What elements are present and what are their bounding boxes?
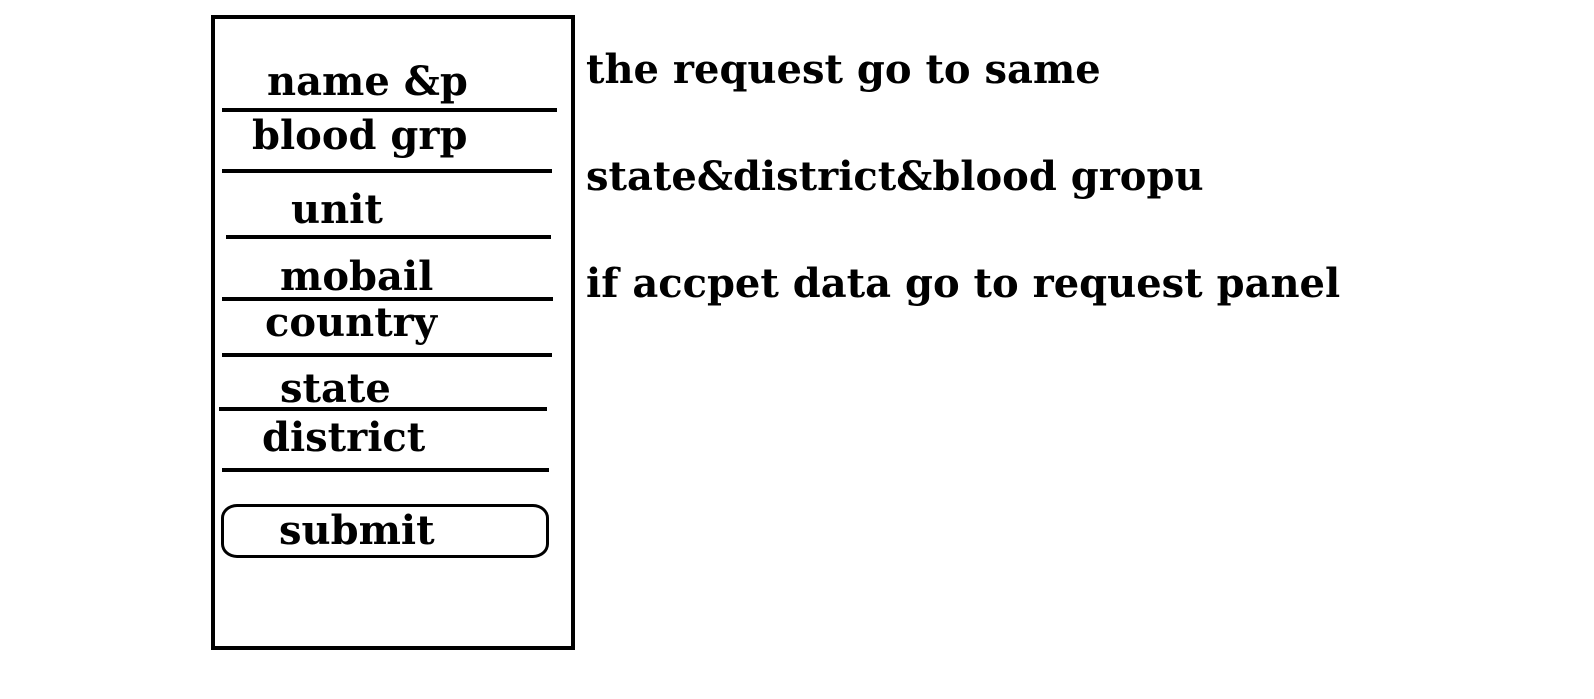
field-label-district: district bbox=[262, 414, 426, 461]
field-label-state: state bbox=[280, 365, 391, 412]
note-match-criteria: state&district&blood gropu bbox=[586, 153, 1204, 200]
field-label-name: name &p bbox=[267, 58, 468, 105]
submit-button[interactable]: submit bbox=[221, 504, 549, 558]
field-line-state[interactable] bbox=[219, 407, 547, 411]
field-label-unit: unit bbox=[291, 186, 383, 233]
field-line-country[interactable] bbox=[222, 353, 552, 357]
field-label-country: country bbox=[265, 299, 437, 346]
field-line-district[interactable] bbox=[222, 468, 549, 472]
note-accept-panel: if accpet data go to request panel bbox=[586, 260, 1341, 307]
field-line-unit[interactable] bbox=[226, 235, 551, 239]
field-label-blood-group: blood grp bbox=[252, 112, 468, 159]
field-label-mobile: mobail bbox=[280, 253, 434, 300]
field-line-blood-group[interactable] bbox=[222, 169, 552, 173]
note-request-routing: the request go to same bbox=[586, 46, 1101, 93]
submit-label: submit bbox=[279, 507, 435, 554]
